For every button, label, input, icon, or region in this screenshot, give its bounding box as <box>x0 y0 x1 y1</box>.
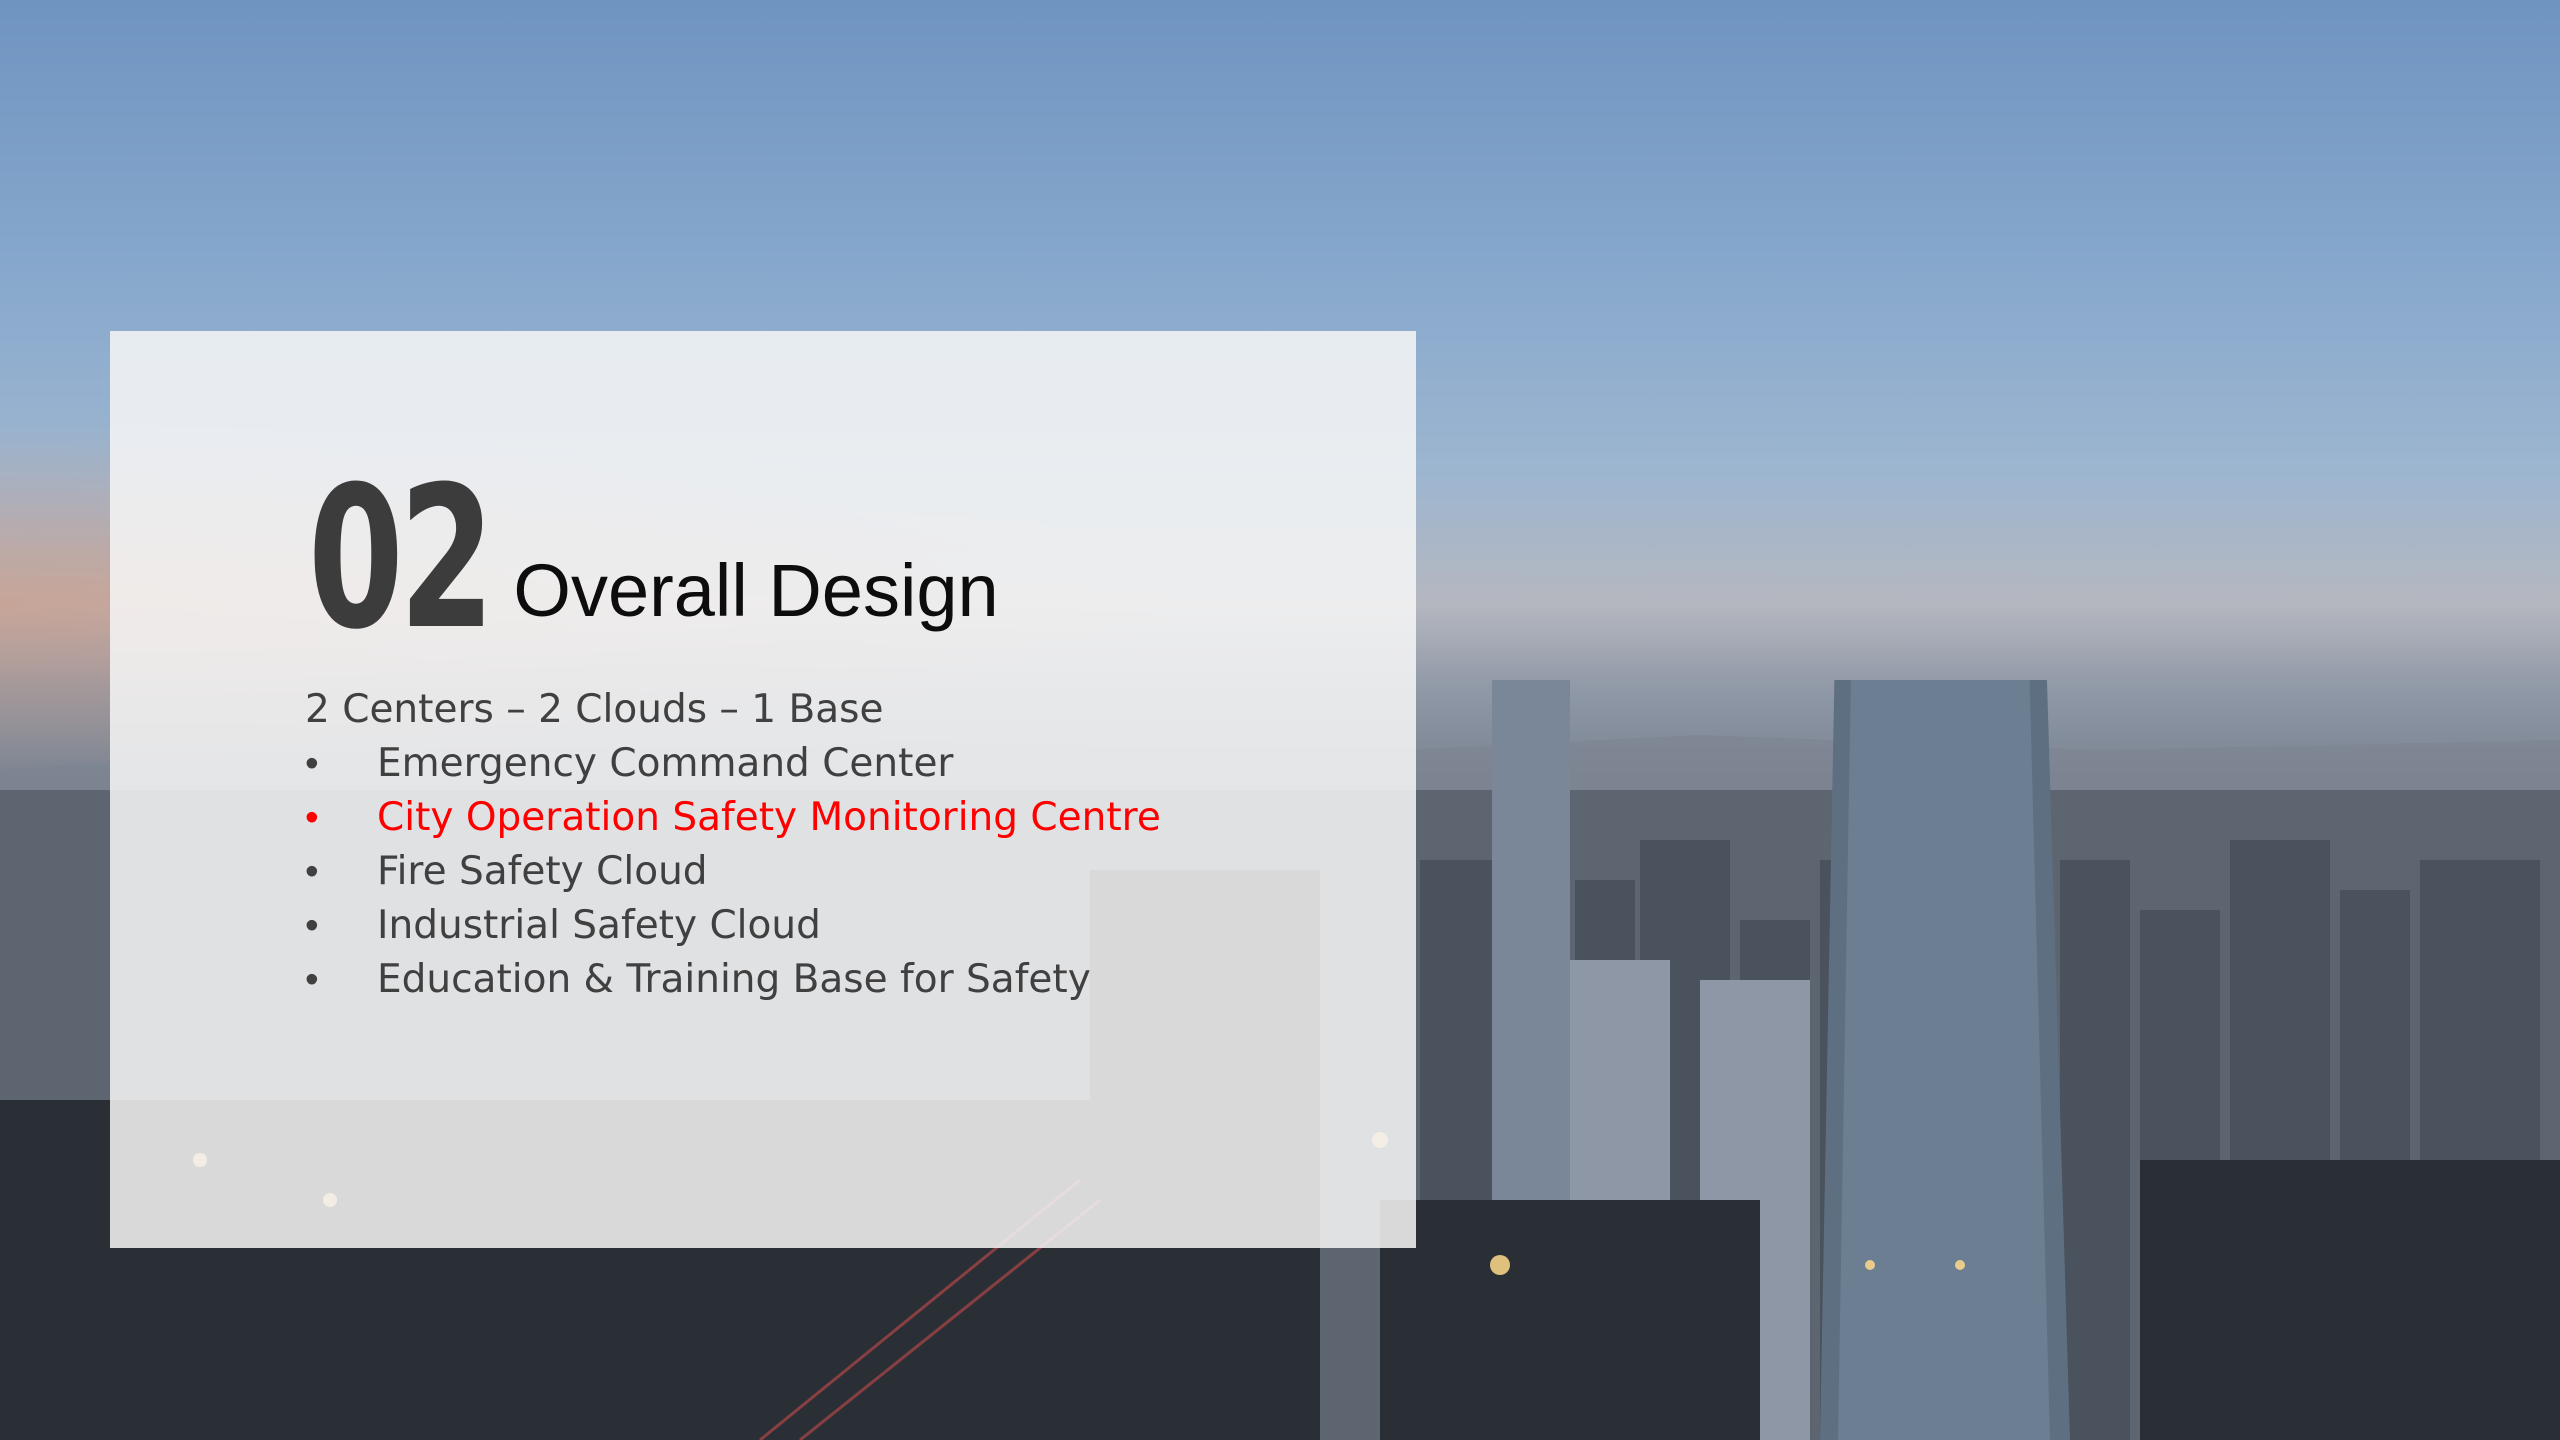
list-item: • Emergency Command Center <box>305 737 1355 791</box>
bullet-list: • Emergency Command Center • City Operat… <box>305 737 1355 1007</box>
list-item-label: Emergency Command Center <box>377 741 954 786</box>
bullet-icon: • <box>305 958 319 1001</box>
list-item-label: City Operation Safety Monitoring Centre <box>377 795 1161 840</box>
subtitle: 2 Centers – 2 Clouds – 1 Base <box>305 687 884 732</box>
list-item-label: Education & Training Base for Safety <box>377 957 1091 1002</box>
content-card: 02 Overall Design 2 Centers – 2 Clouds –… <box>110 331 1416 1248</box>
bullet-icon: • <box>305 742 319 785</box>
list-item-highlighted: • City Operation Safety Monitoring Centr… <box>305 791 1355 845</box>
bullet-icon: • <box>305 796 319 839</box>
list-item: • Fire Safety Cloud <box>305 845 1355 899</box>
content-body: 2 Centers – 2 Clouds – 1 Base • Emergenc… <box>305 683 1355 1007</box>
list-item-label: Industrial Safety Cloud <box>377 903 821 948</box>
list-item-label: Fire Safety Cloud <box>377 849 708 894</box>
list-item: • Industrial Safety Cloud <box>305 899 1355 953</box>
section-title: Overall Design <box>513 549 999 632</box>
bullet-icon: • <box>305 904 319 947</box>
list-item: • Education & Training Base for Safety <box>305 953 1355 1007</box>
section-heading: 02 Overall Design <box>308 445 999 673</box>
bullet-icon: • <box>305 850 319 893</box>
section-number: 02 <box>308 445 495 673</box>
